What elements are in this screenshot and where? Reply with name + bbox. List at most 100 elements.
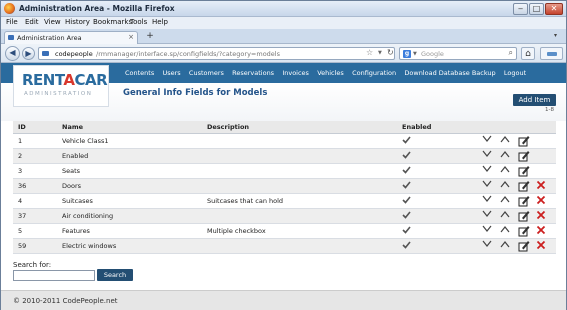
search-bar[interactable]: g ▼ Google ⌕ (399, 47, 517, 60)
cell-enabled (397, 223, 477, 239)
logo-wordmark: RENTACAR (22, 71, 108, 89)
cell-actions (477, 223, 556, 239)
table-row: 37 Air conditioning (13, 208, 556, 224)
tab-administration-area[interactable]: Administration Area × (4, 31, 138, 44)
move-up-icon[interactable] (500, 210, 512, 222)
url-path: /rmmanager/interface.sp/configfields/?ca… (96, 50, 280, 58)
logo-rent: RENT (22, 71, 64, 89)
check-icon (402, 210, 411, 221)
cell-enabled (397, 208, 477, 224)
move-down-icon[interactable] (482, 135, 494, 147)
delete-icon[interactable] (536, 225, 548, 237)
table-row: 59 Electric windows (13, 238, 556, 254)
nav-download-backup[interactable]: Download Database Backup (404, 69, 495, 77)
reload-icon[interactable]: ↻ (387, 48, 394, 57)
google-engine-icon[interactable]: g (403, 50, 411, 58)
edit-icon[interactable] (518, 180, 530, 192)
add-item-button[interactable]: Add Item (513, 94, 556, 106)
delete-icon[interactable] (536, 195, 548, 207)
edit-icon[interactable] (518, 240, 530, 252)
move-down-icon[interactable] (482, 180, 494, 192)
edit-icon[interactable] (518, 225, 530, 237)
back-button[interactable]: ◀ (5, 46, 20, 61)
move-up-icon[interactable] (500, 165, 512, 177)
move-up-icon[interactable] (500, 135, 512, 147)
nav-vehicles[interactable]: Vehicles (317, 69, 344, 77)
move-up-icon[interactable] (500, 180, 512, 192)
table-header-row: ID Name Description Enabled (13, 121, 556, 134)
menu-bookmarks[interactable]: Bookmarks (93, 18, 132, 26)
tab-list-icon[interactable]: ▾ (554, 32, 557, 39)
close-button[interactable]: ✕ (545, 3, 563, 15)
nav-users[interactable]: Users (162, 69, 180, 77)
home-button[interactable]: ⌂ (521, 47, 535, 60)
delete-icon[interactable] (536, 180, 548, 192)
move-down-icon[interactable] (482, 240, 494, 252)
magnifier-icon[interactable]: ⌕ (509, 48, 513, 58)
header-description: Description (202, 121, 397, 134)
move-down-icon[interactable] (482, 150, 494, 162)
cell-actions (477, 193, 556, 209)
edit-icon[interactable] (518, 135, 530, 147)
header-enabled: Enabled (397, 121, 477, 134)
paging-info: 1-8 (545, 107, 554, 113)
cell-enabled (397, 163, 477, 179)
nav-contents[interactable]: Contents (125, 69, 154, 77)
search-button[interactable]: Search (97, 269, 133, 281)
move-up-icon[interactable] (500, 240, 512, 252)
cell-id: 4 (13, 193, 57, 209)
move-down-icon[interactable] (482, 195, 494, 207)
window-title: Administration Area - Mozilla Firefox (19, 4, 175, 13)
cell-name: Features (57, 223, 202, 239)
forward-button[interactable]: ▶ (22, 47, 35, 60)
check-icon (402, 240, 411, 251)
logo-a: A (63, 71, 75, 89)
move-down-icon[interactable] (482, 225, 494, 237)
rentacar-logo[interactable]: RENTACAR ADMINISTRATION (13, 65, 109, 107)
nav-invoices[interactable]: Invoices (282, 69, 309, 77)
engine-dropdown-icon[interactable]: ▼ (413, 51, 417, 57)
menu-history[interactable]: History (65, 18, 90, 26)
footer-copyright: © 2010-2011 CodePeople.net (13, 297, 118, 305)
edit-icon[interactable] (518, 165, 530, 177)
delete-icon[interactable] (536, 210, 548, 222)
cell-actions (477, 148, 556, 164)
menu-tools[interactable]: Tools (130, 18, 147, 26)
new-tab-button[interactable]: + (144, 31, 156, 42)
check-icon (402, 225, 411, 236)
maximize-button[interactable]: □ (529, 3, 544, 15)
address-bar[interactable]: codepeople /rmmanager/interface.sp/confi… (38, 47, 395, 60)
cell-actions (477, 163, 556, 179)
search-input[interactable] (13, 270, 95, 281)
menu-edit[interactable]: Edit (25, 18, 39, 26)
minimize-button[interactable]: ‒ (513, 3, 528, 15)
edit-icon[interactable] (518, 150, 530, 162)
cell-description (202, 148, 397, 164)
tab-close-icon[interactable]: × (128, 33, 134, 41)
cell-id: 36 (13, 178, 57, 194)
move-up-icon[interactable] (500, 225, 512, 237)
addon-toolbar-button[interactable] (540, 47, 563, 60)
history-dropdown-icon[interactable]: ▼ (378, 50, 382, 56)
nav-logout[interactable]: Logout (504, 69, 526, 77)
cell-name: Seats (57, 163, 202, 179)
nav-reservations[interactable]: Reservations (232, 69, 274, 77)
move-down-icon[interactable] (482, 210, 494, 222)
bookmark-star-icon[interactable]: ☆ (366, 48, 373, 57)
move-down-icon[interactable] (482, 165, 494, 177)
cell-enabled (397, 193, 477, 209)
delete-icon[interactable] (536, 240, 548, 252)
cell-description (202, 178, 397, 194)
move-up-icon[interactable] (500, 150, 512, 162)
nav-customers[interactable]: Customers (189, 69, 224, 77)
menu-view[interactable]: View (44, 18, 61, 26)
edit-icon[interactable] (518, 195, 530, 207)
menu-help[interactable]: Help (152, 18, 168, 26)
header-actions (477, 121, 556, 134)
edit-icon[interactable] (518, 210, 530, 222)
table-row: 3 Seats (13, 163, 556, 179)
move-up-icon[interactable] (500, 195, 512, 207)
tab-label: Administration Area (17, 34, 82, 42)
nav-configuration[interactable]: Configuration (352, 69, 396, 77)
menu-file[interactable]: File (6, 18, 18, 26)
